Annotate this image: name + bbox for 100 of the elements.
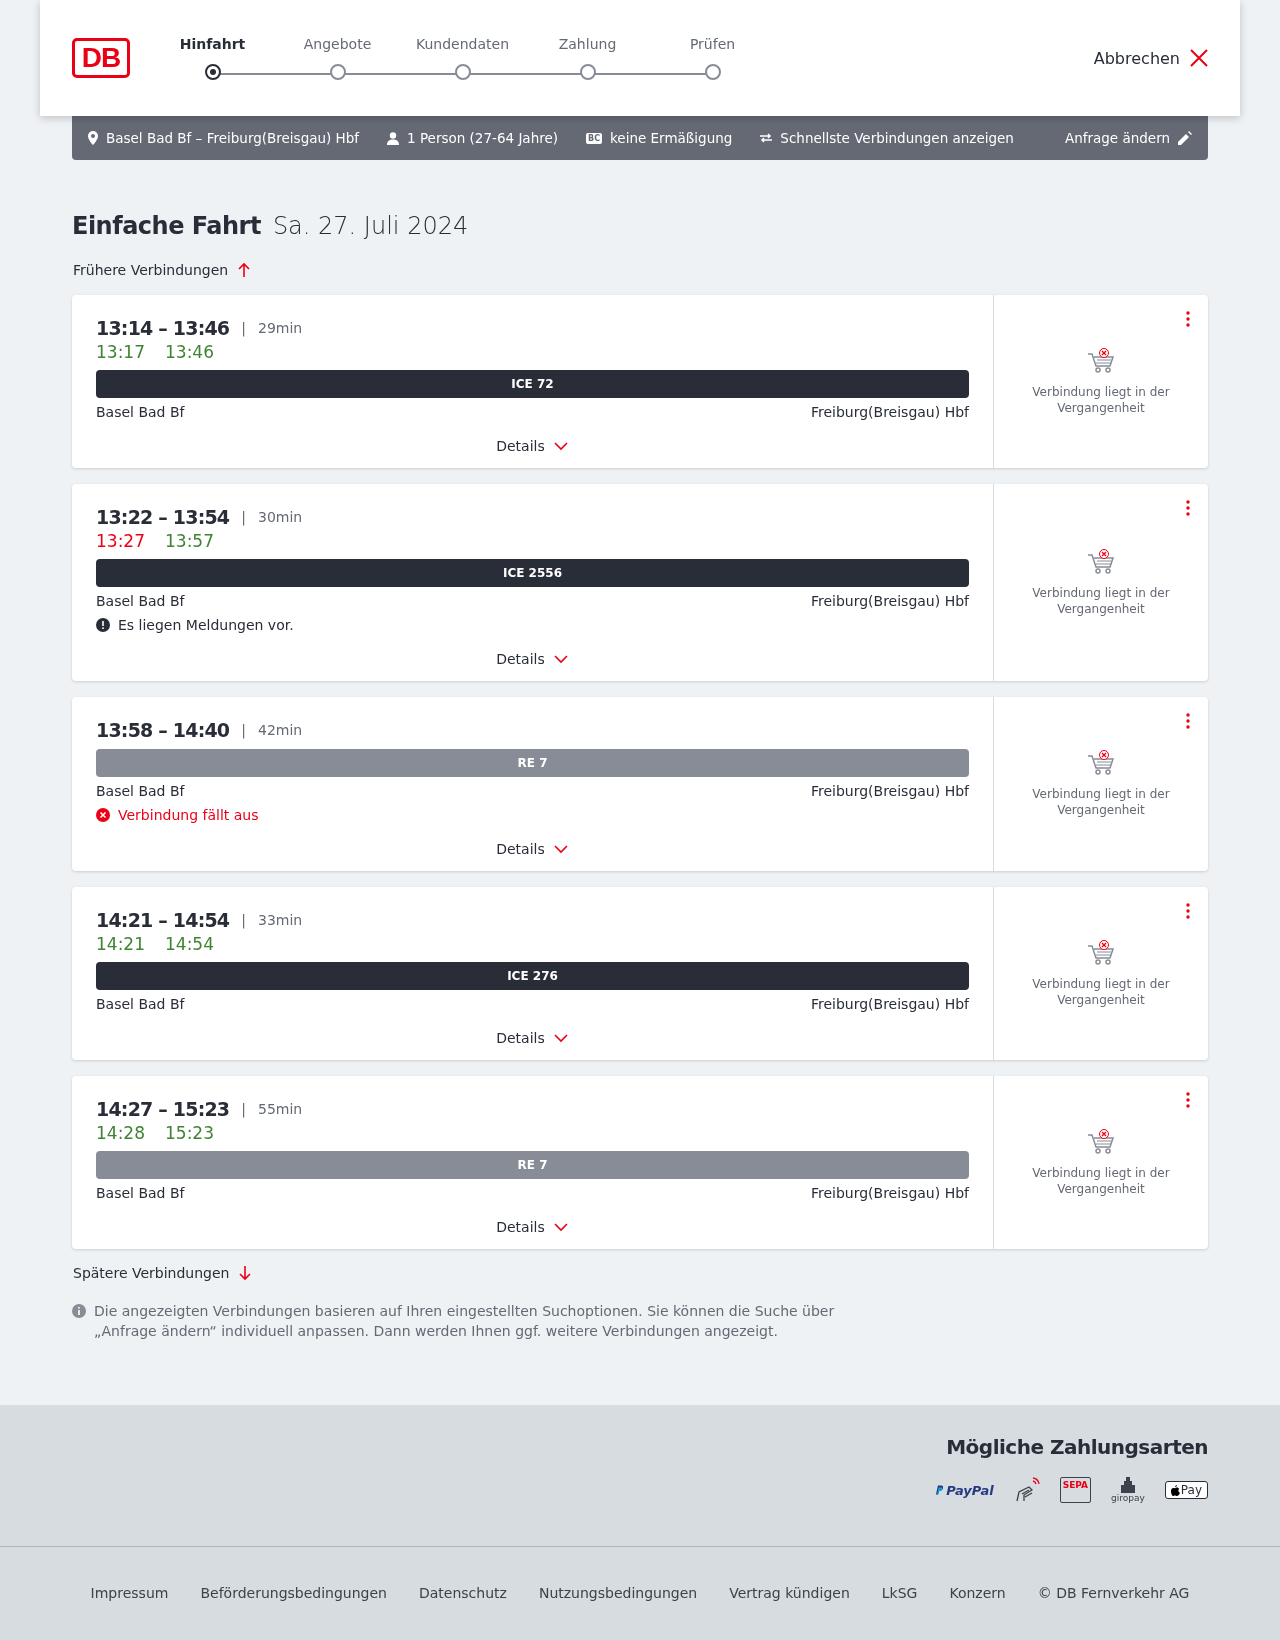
route-text: Basel Bad Bf – Freiburg(Breisgau) Hbf — [106, 130, 360, 146]
planned-times: 13:22 – 13:54 — [96, 506, 230, 528]
info-text: Die angezeigten Verbindungen basieren auf Ihren eingestellten Suchoptionen. Sie können die Suche über „Anfrage ändern“ individuell anpassen. Dann werden Ihnen ggf. weitere Verbindungen angezeigt. — [94, 1302, 836, 1341]
planned-times: 13:14 – 13:46 — [96, 317, 230, 339]
duration: 42min — [258, 722, 303, 738]
step-label: Angebote — [303, 36, 372, 52]
connection-message: Es liegen Meldungen vor. — [118, 617, 294, 633]
travel-date: Sa. 27. Juli 2024 — [272, 212, 469, 240]
later-connections-link[interactable]: Spätere Verbindungen — [73, 1265, 254, 1281]
connection-message: Verbindung fällt aus — [118, 807, 259, 823]
train-bar: ICE 2556 — [96, 559, 969, 587]
cancel-icon — [96, 808, 110, 822]
cart-unavailable-icon — [1087, 548, 1115, 575]
step-label: Hinfahrt — [179, 36, 246, 52]
arrival-station: Freiburg(Breisgau) Hbf — [810, 404, 969, 420]
details-button[interactable]: Details — [496, 651, 569, 667]
actual-time: 13:46 — [165, 342, 214, 362]
departure-station: Basel Bad Bf — [96, 404, 185, 420]
more-menu-icon[interactable] — [1186, 1092, 1190, 1108]
paypal-logo: PayPal — [935, 1482, 994, 1498]
train-bar: RE 7 — [96, 749, 969, 777]
duration: 29min — [258, 320, 303, 336]
details-button[interactable]: Details — [496, 438, 569, 454]
location-pin-icon — [88, 131, 98, 145]
search-option-text: Schnellste Verbindungen anzeigen — [780, 130, 1014, 146]
travellers-text: 1 Person (27-64 Jahre) — [407, 130, 559, 146]
earlier-connections-link[interactable]: Frühere Verbindungen — [73, 262, 253, 278]
train-bar: RE 7 — [96, 1151, 969, 1179]
footer-link[interactable]: Datenschutz — [419, 1585, 507, 1602]
arrow-down-icon — [237, 1265, 254, 1281]
close-icon — [1190, 49, 1208, 67]
train-bar: ICE 276 — [96, 962, 969, 990]
actual-time: 14:28 — [96, 1123, 145, 1143]
departure-station: Basel Bad Bf — [96, 1185, 185, 1201]
duration: 55min — [258, 1101, 303, 1117]
details-button[interactable]: Details — [496, 841, 569, 857]
departure-station: Basel Bad Bf — [96, 593, 185, 609]
details-button[interactable]: Details — [496, 1030, 569, 1046]
cart-unavailable-icon — [1087, 1128, 1115, 1155]
swap-arrows-icon — [760, 133, 773, 143]
actual-time: 13:57 — [165, 531, 214, 551]
discount-text: keine Ermäßigung — [610, 130, 733, 146]
more-menu-icon[interactable] — [1186, 311, 1190, 327]
more-menu-icon[interactable] — [1186, 713, 1190, 729]
page-title: Einfache Fahrt — [72, 212, 261, 240]
footer-link[interactable]: Vertrag kündigen — [729, 1585, 850, 1602]
arrival-station: Freiburg(Breisgau) Hbf — [810, 593, 969, 609]
more-menu-icon[interactable] — [1186, 903, 1190, 919]
footer-link[interactable]: Impressum — [90, 1585, 169, 1602]
duration: 33min — [258, 912, 303, 928]
db-logo[interactable]: DB — [72, 38, 130, 78]
departure-station: Basel Bad Bf — [96, 996, 185, 1012]
separator: | — [241, 1101, 246, 1117]
status-text: Verbindung liegt in der Vergangenheit — [1031, 584, 1171, 617]
footer-link[interactable]: LkSG — [881, 1585, 918, 1602]
warning-icon — [96, 618, 110, 632]
footer-link[interactable]: Nutzungsbedingungen — [538, 1585, 698, 1602]
separator: | — [241, 912, 246, 928]
cart-unavailable-icon — [1087, 939, 1115, 966]
cart-unavailable-icon — [1087, 750, 1115, 776]
more-menu-icon[interactable] — [1186, 500, 1190, 516]
step-label: Prüfen — [689, 36, 736, 52]
step-label: Kundendaten — [415, 36, 509, 52]
status-text: Verbindung liegt in der Vergangenheit — [1031, 786, 1171, 818]
cart-unavailable-icon — [1087, 347, 1115, 374]
train-bar: ICE 72 — [96, 370, 969, 398]
footer-link[interactable]: © DB Fernverkehr AG — [1037, 1585, 1190, 1602]
status-text: Verbindung liegt in der Vergangenheit — [1031, 383, 1171, 416]
separator: | — [241, 509, 246, 525]
separator: | — [241, 320, 246, 336]
person-icon — [387, 131, 400, 145]
separator: | — [241, 722, 246, 738]
giropay-logo: giropay — [1111, 1477, 1145, 1503]
footer-link[interactable]: Beförderungsbedingungen — [200, 1585, 387, 1602]
info-icon — [72, 1304, 86, 1318]
step-label: Zahlung — [558, 36, 617, 52]
apple-pay-logo: Pay — [1164, 1481, 1208, 1499]
arrival-station: Freiburg(Breisgau) Hbf — [810, 996, 969, 1012]
payment-methods-title: Mögliche Zahlungsarten — [946, 1435, 1208, 1459]
edit-request-button[interactable]: Anfrage ändern — [1064, 130, 1192, 146]
actual-time: 14:54 — [165, 934, 214, 954]
actual-time: 13:17 — [96, 342, 145, 362]
arrival-station: Freiburg(Breisgau) Hbf — [810, 1185, 969, 1201]
footer-link[interactable]: Konzern — [949, 1585, 1006, 1602]
arrival-station: Freiburg(Breisgau) Hbf — [810, 783, 969, 799]
pencil-icon — [1178, 131, 1192, 145]
planned-times: 14:21 – 14:54 — [96, 909, 230, 931]
departure-station: Basel Bad Bf — [96, 783, 185, 799]
duration: 30min — [258, 509, 303, 525]
bahncard-badge: BC — [586, 132, 602, 144]
planned-times: 13:58 – 14:40 — [96, 719, 230, 741]
contactless-payment-icon — [1013, 1477, 1040, 1503]
actual-time: 15:23 — [165, 1123, 214, 1143]
actual-time: 13:27 — [96, 531, 145, 551]
status-text: Verbindung liegt in der Vergangenheit — [1031, 975, 1171, 1008]
status-text: Verbindung liegt in der Vergangenheit — [1031, 1164, 1171, 1197]
details-button[interactable]: Details — [496, 1219, 569, 1235]
actual-time: 14:21 — [96, 934, 145, 954]
cancel-button[interactable]: Abbrechen — [1093, 48, 1208, 68]
sepa-logo: SEPA — [1059, 1477, 1092, 1503]
